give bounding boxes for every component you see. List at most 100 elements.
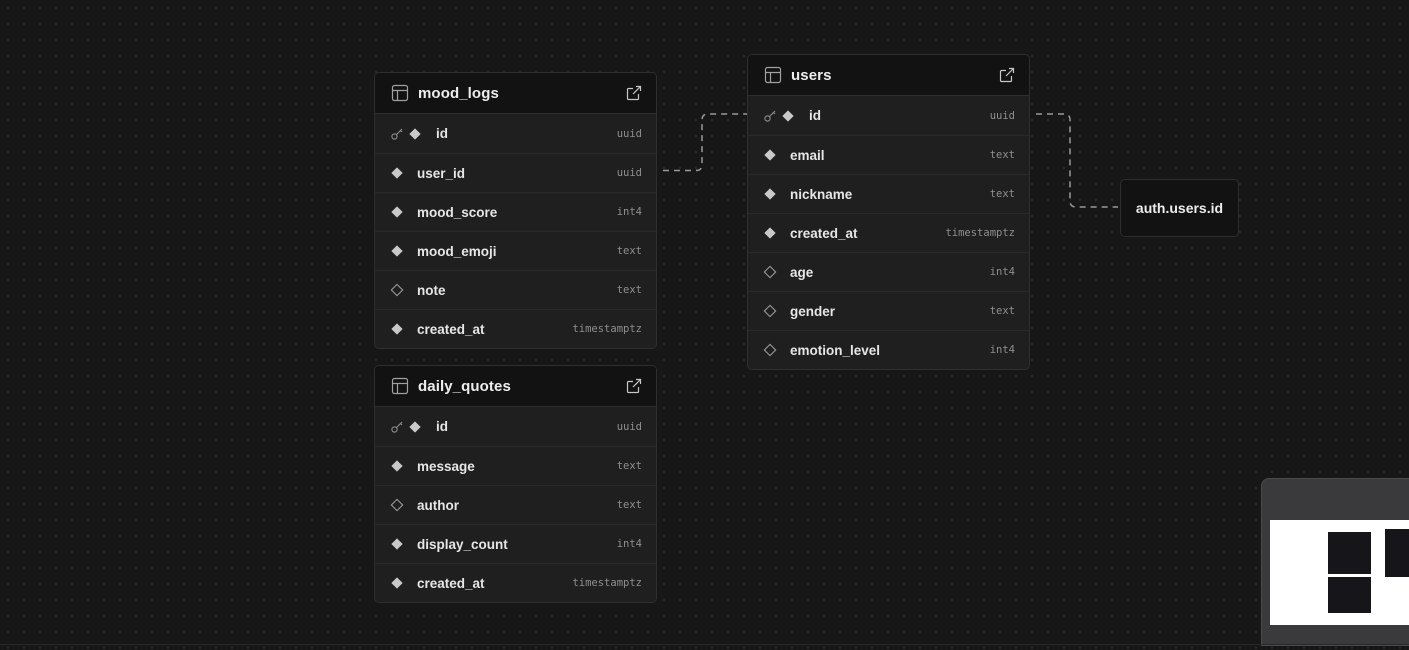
column-type: uuid	[616, 167, 642, 179]
column-type: text	[616, 284, 642, 296]
column-row[interactable]: created_at timestamptz	[375, 309, 656, 348]
key-icon	[763, 109, 777, 123]
column-name: display_count	[417, 536, 508, 552]
external-link-icon[interactable]	[625, 84, 643, 102]
column-row[interactable]: id uuid	[748, 96, 1029, 135]
table-name: daily_quotes	[418, 377, 511, 395]
column-type: uuid	[616, 127, 642, 140]
column-list: id uuid user_id uuid mood_score int4 mood_emoj…	[375, 114, 656, 348]
table-node-users[interactable]: users id uuid email text nickname text created…	[747, 54, 1030, 370]
column-row[interactable]: created_at timestamptz	[748, 213, 1029, 252]
key-icon	[390, 127, 404, 141]
filled-diamond-icon	[390, 205, 404, 219]
outline-diamond-icon	[390, 498, 404, 512]
filled-diamond-icon	[763, 187, 777, 201]
column-type: text	[989, 188, 1015, 200]
column-row[interactable]: emotion_level int4	[748, 330, 1029, 369]
external-reference-node[interactable]: auth.users.id	[1120, 179, 1239, 237]
column-row[interactable]: gender text	[748, 291, 1029, 330]
column-name: created_at	[417, 321, 485, 337]
column-type: text	[616, 499, 642, 511]
column-name: user_id	[417, 165, 466, 181]
schema-canvas[interactable]: mood_logs id uuid user_id uuid mood_score int…	[0, 0, 1409, 650]
relationship-lines	[663, 113, 1118, 208]
outline-diamond-icon	[390, 283, 404, 297]
column-name: nickname	[790, 186, 853, 202]
column-type: text	[989, 149, 1015, 161]
key-icon	[390, 420, 404, 434]
column-type: int4	[616, 206, 642, 218]
column-row[interactable]: nickname text	[748, 174, 1029, 213]
filled-diamond-icon	[390, 166, 404, 180]
table-header[interactable]: daily_quotes	[375, 366, 656, 407]
table-header[interactable]: mood_logs	[375, 73, 656, 114]
external-link-icon[interactable]	[625, 377, 643, 395]
column-type: int4	[989, 344, 1015, 356]
fk-line-mood-logs-users	[663, 113, 747, 172]
filled-diamond-icon	[763, 226, 777, 240]
filled-diamond-icon	[390, 576, 404, 590]
column-name: age	[790, 264, 814, 280]
column-type: uuid	[989, 109, 1015, 122]
column-type: timestamptz	[945, 227, 1015, 239]
table-node-daily-quotes[interactable]: daily_quotes id uuid message text author text…	[374, 365, 657, 603]
column-name: email	[790, 147, 825, 163]
column-name: mood_emoji	[417, 243, 497, 259]
column-type: int4	[989, 266, 1015, 278]
external-link-icon[interactable]	[998, 66, 1016, 84]
fk-line-users-auth	[1036, 113, 1118, 208]
filled-diamond-icon	[390, 537, 404, 551]
minimap-node	[1328, 577, 1371, 613]
column-list: id uuid email text nickname text created_at tim…	[748, 96, 1029, 369]
column-row[interactable]: email text	[748, 135, 1029, 174]
outline-diamond-icon	[763, 304, 777, 318]
table-header[interactable]: users	[748, 55, 1029, 96]
filled-diamond-icon	[763, 148, 777, 162]
column-name: id	[436, 126, 448, 141]
column-name: gender	[790, 303, 836, 319]
column-list: id uuid message text author text display_count…	[375, 407, 656, 602]
column-row[interactable]: mood_emoji text	[375, 231, 656, 270]
filled-diamond-icon	[408, 420, 422, 434]
table-name: mood_logs	[418, 84, 499, 102]
column-name: id	[436, 419, 448, 434]
minimap-viewport[interactable]	[1270, 520, 1409, 625]
column-row[interactable]: author text	[375, 485, 656, 524]
filled-diamond-icon	[390, 244, 404, 258]
column-row[interactable]: created_at timestamptz	[375, 563, 656, 602]
column-row[interactable]: message text	[375, 446, 656, 485]
table-name: users	[791, 66, 832, 84]
filled-diamond-icon	[408, 127, 422, 141]
minimap-node	[1328, 532, 1371, 574]
column-row[interactable]: mood_score int4	[375, 192, 656, 231]
column-name: author	[417, 497, 459, 513]
column-type: uuid	[616, 420, 642, 433]
column-name: created_at	[417, 575, 485, 591]
column-name: message	[417, 458, 475, 474]
column-type: text	[989, 305, 1015, 317]
column-row[interactable]: age int4	[748, 252, 1029, 291]
filled-diamond-icon	[390, 322, 404, 336]
table-icon	[391, 84, 409, 102]
table-node-mood-logs[interactable]: mood_logs id uuid user_id uuid mood_score int…	[374, 72, 657, 349]
column-type: text	[616, 245, 642, 257]
outline-diamond-icon	[763, 265, 777, 279]
column-name: emotion_level	[790, 342, 881, 358]
column-type: text	[616, 460, 642, 472]
table-icon	[764, 66, 782, 84]
column-name: mood_score	[417, 204, 498, 220]
column-row[interactable]: id uuid	[375, 407, 656, 446]
column-row[interactable]: display_count int4	[375, 524, 656, 563]
column-type: timestamptz	[572, 577, 642, 589]
column-row[interactable]: id uuid	[375, 114, 656, 153]
filled-diamond-icon	[781, 109, 795, 123]
outline-diamond-icon	[763, 343, 777, 357]
column-type: timestamptz	[572, 323, 642, 335]
column-name: note	[417, 282, 446, 298]
column-row[interactable]: note text	[375, 270, 656, 309]
minimap-node	[1385, 529, 1409, 577]
divider	[0, 644, 1409, 645]
minimap[interactable]	[1261, 478, 1409, 646]
column-type: int4	[616, 538, 642, 550]
column-row[interactable]: user_id uuid	[375, 153, 656, 192]
